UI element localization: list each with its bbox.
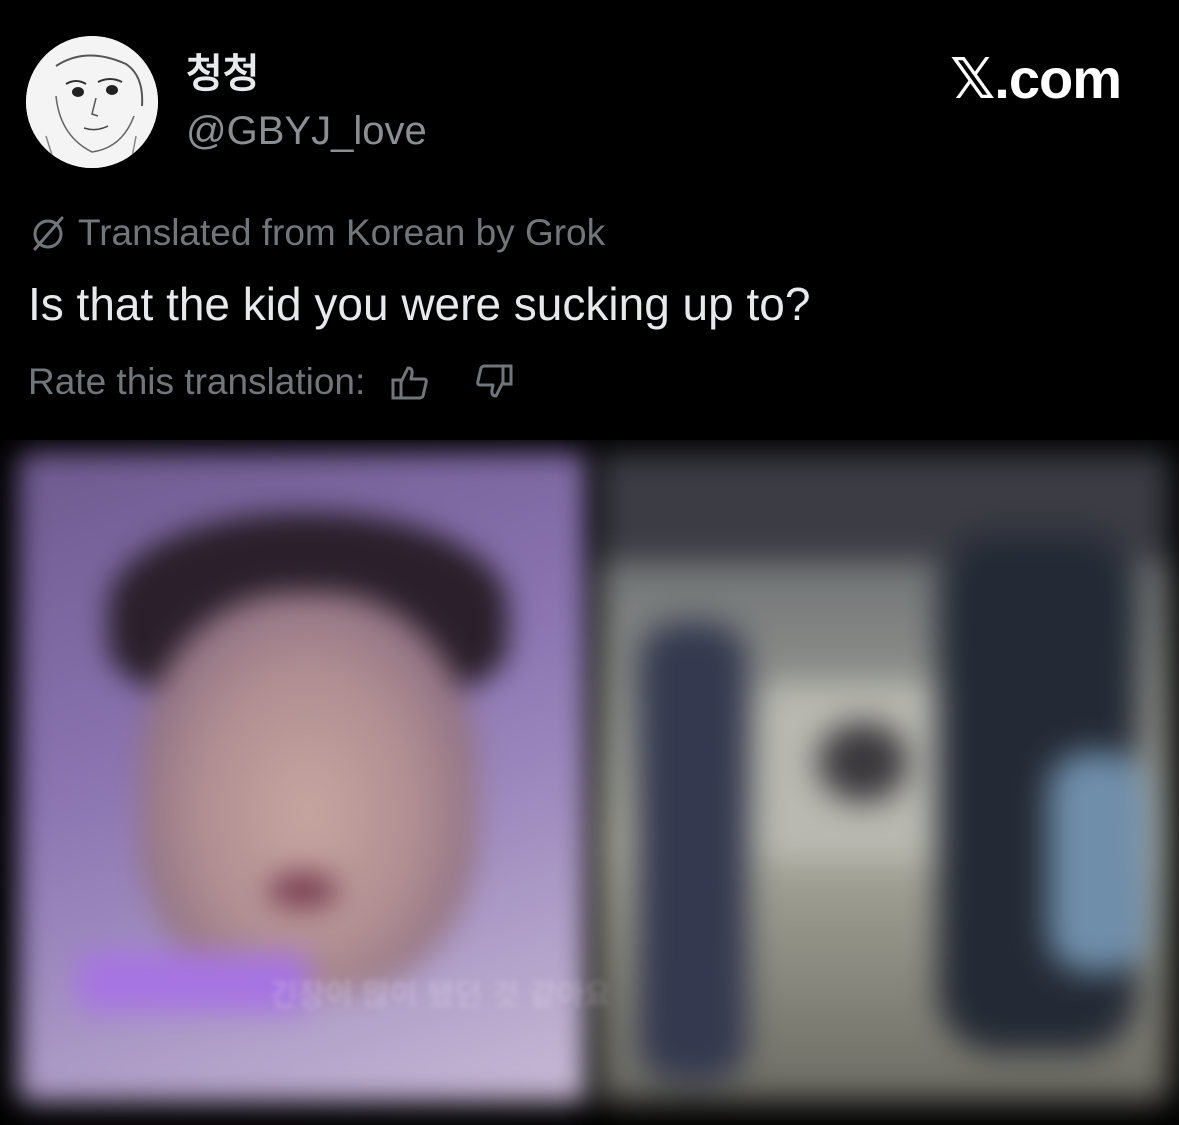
rate-translation-row: Rate this translation:: [28, 358, 517, 406]
rate-translation-label: Rate this translation:: [28, 361, 366, 402]
media-subtitle: 긴장이 많이 됐던 것 같아요: [270, 978, 612, 1013]
thumb-down-icon: [476, 364, 513, 398]
blurred-shape: [1048, 752, 1148, 972]
x-brand-logo: 𝕏.com: [950, 47, 1122, 110]
avatar-drawing: [26, 36, 158, 168]
thumb-up-button[interactable]: [387, 359, 433, 405]
display-name[interactable]: 청청: [186, 52, 260, 96]
tweet-header: 청청 @GBYJ_love 𝕏.com: [0, 0, 1179, 200]
translation-note: Translated from Korean by Grok: [28, 210, 605, 256]
blurred-mouth: [268, 872, 338, 908]
user-handle[interactable]: @GBYJ_love: [186, 108, 427, 154]
blurred-shape: [638, 622, 748, 1082]
blurred-shape: [818, 722, 908, 802]
thumb-down-button[interactable]: [471, 359, 517, 405]
avatar[interactable]: [26, 36, 158, 168]
tweet-text: Is that the kid you were sucking up to?: [28, 278, 811, 330]
media-grid: 긴장이 많이 됐던 것 같아요: [0, 440, 1179, 1125]
thumb-up-icon: [391, 366, 429, 400]
media-image-right[interactable]: [598, 452, 1170, 1102]
grok-slash-icon: [33, 216, 64, 251]
translation-note-text: Translated from Korean by Grok: [78, 212, 606, 253]
blurred-face: [138, 592, 478, 992]
